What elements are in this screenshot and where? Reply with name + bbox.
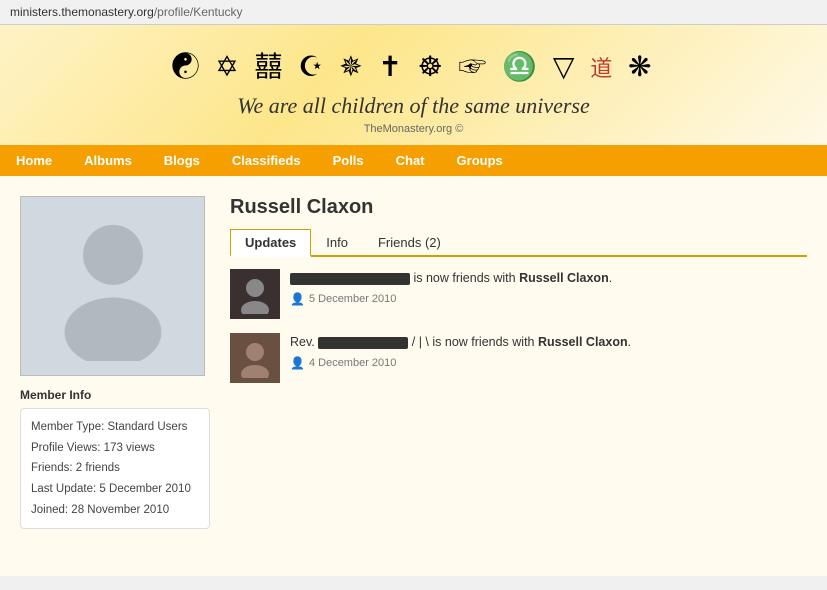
activity-avatar-2 (230, 333, 280, 383)
religious-symbols: ☯ ✡ 囍 ☪ ✵ ✝ ☸ ☞ ♎ ▽ 道 ❋ (0, 45, 827, 85)
tab-updates[interactable]: Updates (230, 229, 311, 257)
person-icon-2: 👤 (290, 354, 305, 372)
activity-date-1: 👤 5 December 2010 (290, 290, 612, 308)
member-type: Member Type: Standard Users (31, 417, 199, 438)
activity-verb-2: is now friends with (432, 335, 538, 349)
activity-avatar-1 (230, 269, 280, 319)
friends-count: Friends: 2 friends (31, 458, 199, 479)
nav-polls[interactable]: Polls (317, 145, 380, 176)
tab-friends[interactable]: Friends (2) (363, 229, 456, 255)
nav-bar: Home Albums Blogs Classifieds Polls Chat… (0, 145, 827, 176)
activity-text-1: is now friends with Russell Claxon. 👤 5 … (290, 269, 612, 308)
activity-text-2: Rev. / | \ is now friends with Russell C… (290, 333, 631, 372)
profile-tabs: Updates Info Friends (2) (230, 229, 807, 257)
activity-verb-1: is now friends with (413, 271, 519, 285)
activity-link-1[interactable]: Russell Claxon (519, 271, 609, 285)
nav-home[interactable]: Home (0, 145, 68, 176)
nav-chat[interactable]: Chat (380, 145, 441, 176)
activity-item: is now friends with Russell Claxon. 👤 5 … (230, 269, 807, 319)
person-icon-1: 👤 (290, 290, 305, 308)
member-info-card: Member Type: Standard Users Profile View… (20, 408, 210, 529)
joined-date: Joined: 28 November 2010 (31, 500, 199, 521)
redacted-name-1 (290, 273, 410, 285)
activity-prefix-2: Rev. (290, 335, 315, 349)
profile-name: Russell Claxon (230, 196, 807, 219)
member-info-heading: Member Info (20, 388, 210, 402)
member-info-box: Member Info Member Type: Standard Users … (20, 388, 210, 529)
nav-classifieds[interactable]: Classifieds (216, 145, 317, 176)
avatar-icon-2 (235, 338, 275, 378)
address-bar: ministers.themonastery.org/profile/Kentu… (0, 0, 827, 25)
right-column: Russell Claxon Updates Info Friends (2) … (230, 196, 807, 556)
tab-info[interactable]: Info (311, 229, 363, 255)
main-content: Member Info Member Type: Standard Users … (0, 176, 827, 576)
activity-symbols-2: / | \ (412, 335, 429, 349)
address-domain: ministers.themonastery.org (10, 5, 154, 19)
address-path: /profile/Kentucky (154, 5, 243, 19)
redacted-name-2 (318, 337, 408, 349)
activity-date-2: 👤 4 December 2010 (290, 354, 631, 372)
site-header: ☯ ✡ 囍 ☪ ✵ ✝ ☸ ☞ ♎ ▽ 道 ❋ We are all child… (0, 25, 827, 145)
activity-item-2: Rev. / | \ is now friends with Russell C… (230, 333, 807, 383)
profile-views: Profile Views: 173 views (31, 438, 199, 459)
profile-photo (20, 196, 205, 376)
avatar-icon-1 (235, 274, 275, 314)
site-copyright: TheMonastery.org © (0, 123, 827, 135)
left-column: Member Info Member Type: Standard Users … (20, 196, 210, 556)
site-tagline: We are all children of the same universe (0, 93, 827, 119)
nav-blogs[interactable]: Blogs (148, 145, 216, 176)
activity-link-2[interactable]: Russell Claxon (538, 335, 628, 349)
nav-groups[interactable]: Groups (441, 145, 519, 176)
nav-albums[interactable]: Albums (68, 145, 148, 176)
activity-feed: is now friends with Russell Claxon. 👤 5 … (230, 269, 807, 383)
avatar-silhouette (53, 211, 173, 361)
last-update: Last Update: 5 December 2010 (31, 479, 199, 500)
